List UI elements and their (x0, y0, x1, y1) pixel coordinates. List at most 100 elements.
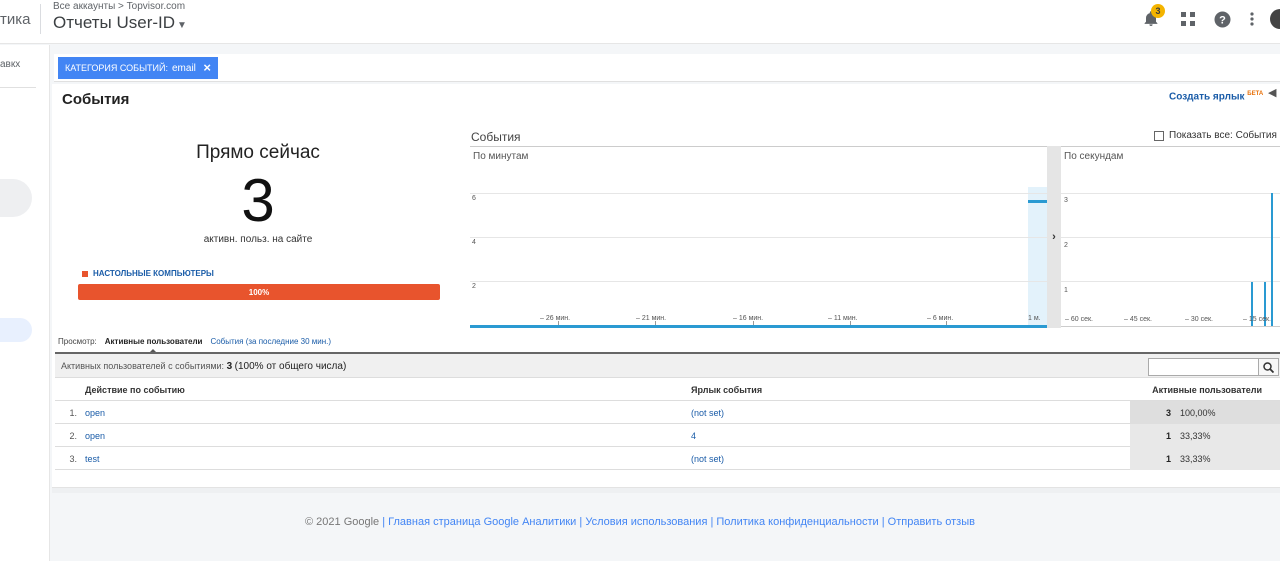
event-label-link[interactable]: (not set) (691, 401, 724, 424)
footer-link-analytics-home[interactable]: Главная страница Google Аналитики (388, 516, 576, 528)
events-table: Активных пользователей с событиями: 3 (1… (55, 352, 1280, 470)
show-all-checkbox[interactable]: Показать все: События (1154, 130, 1277, 141)
notification-badge: 3 (1151, 4, 1165, 18)
footer-link-terms[interactable]: Условия использования (585, 516, 707, 528)
event-action-link[interactable]: open (85, 424, 105, 447)
header-divider (40, 4, 41, 34)
active-users-cell: 1 33,33% (1130, 447, 1280, 470)
x-tick: – 60 сек. (1065, 316, 1093, 323)
footer-link-privacy[interactable]: Политика конфиденциальности (716, 516, 878, 528)
brand-name: тика (0, 11, 31, 28)
per-minute-caption: По минутам (473, 151, 529, 162)
explorer-tabs: Просмотр: Активные пользователи События … (58, 337, 331, 353)
device-legend[interactable]: НАСТОЛЬНЫЕ КОМПЬЮТЕРЫ (82, 269, 214, 278)
sidebar-item-label[interactable]: авкх (0, 59, 20, 70)
row-number: 3. (69, 453, 77, 464)
create-shortcut-link[interactable]: Создать ярлык БЕТА (1169, 91, 1263, 102)
event-action-link[interactable]: test (85, 447, 100, 470)
share-icon[interactable]: ◀ (1268, 86, 1276, 99)
sidebar-divider (0, 87, 36, 88)
event-category-filter-chip[interactable]: КАТЕГОРИЯ СОБЫТИЙ: email × (58, 57, 218, 79)
column-header-label[interactable]: Ярлык события (691, 378, 762, 401)
grid-line (1061, 281, 1280, 282)
left-sidebar: авкх (0, 45, 50, 561)
property-selector[interactable]: Отчеты User-ID ▼ (53, 13, 187, 33)
summary-percent: (100% от общего числа) (234, 361, 347, 372)
top-header: тика Все аккаунты > Topvisor.com Отчеты … (0, 0, 1280, 44)
beta-badge: БЕТА (1247, 91, 1264, 97)
y-tick: 2 (1064, 242, 1068, 249)
table-row: 3. test (not set) 1 33,33% (55, 447, 1280, 470)
per-second-bar[interactable] (1271, 193, 1273, 326)
per-second-chart: По секундам 3 2 1 – 60 сек. – 45 сек. – … (1061, 146, 1280, 328)
y-tick: 4 (472, 239, 476, 246)
chart-baseline (470, 325, 1047, 328)
notifications-button[interactable]: 3 (1140, 4, 1165, 30)
active-users-cell: 3 100,00% (1130, 401, 1280, 424)
show-all-label: Показать все: События (1169, 130, 1277, 141)
grid-line (1061, 193, 1280, 194)
tab-events-30min[interactable]: События (за последние 30 мин.) (210, 337, 331, 346)
per-minute-bar[interactable] (1028, 199, 1047, 203)
close-icon[interactable]: × (203, 60, 211, 75)
current-minute-highlight (1028, 187, 1047, 328)
table-row: 2. open 4 1 33,33% (55, 424, 1280, 447)
main-report-card: События Создать ярлык БЕТА ◀ Прямо сейча… (52, 84, 1280, 487)
event-label-link[interactable]: 4 (691, 424, 696, 447)
y-tick: 2 (472, 283, 476, 290)
grid-line (470, 237, 1047, 238)
summary-count: 3 (226, 361, 233, 372)
sidebar-item-active[interactable] (0, 318, 32, 342)
filter-category-label: КАТЕГОРИЯ СОБЫТИЙ: (65, 63, 168, 73)
svg-text:?: ? (1219, 14, 1226, 26)
event-label-link[interactable]: (not set) (691, 447, 724, 470)
row-number: 2. (69, 430, 77, 441)
grid-line (470, 281, 1047, 282)
search-button[interactable] (1258, 358, 1279, 376)
x-tick: – 11 мин. (828, 315, 858, 322)
column-header-action[interactable]: Действие по событию (85, 378, 185, 401)
footer-link-feedback[interactable]: Отправить отзыв (888, 516, 975, 528)
grid-line (470, 193, 1047, 194)
footer-separator: | (382, 516, 386, 528)
summary-prefix: Активных пользователей с событиями: (61, 361, 225, 371)
sidebar-item-hover[interactable] (0, 179, 32, 217)
right-now-label: Прямо сейчас (196, 142, 320, 163)
device-percent: 100% (248, 287, 270, 297)
per-minute-chart: По минутам 6 4 2 – 26 мин. – 21 мин. – 1… (470, 146, 1047, 328)
page-title: События (62, 91, 130, 108)
event-action-link[interactable]: open (85, 401, 105, 424)
checkbox-icon[interactable] (1154, 130, 1164, 141)
x-tick: – 45 сек. (1124, 316, 1152, 323)
device-label: НАСТОЛЬНЫЕ КОМПЬЮТЕРЫ (93, 269, 214, 278)
x-tick: – 16 мин. (733, 315, 764, 322)
chart-pager-button[interactable]: › (1047, 146, 1061, 328)
search-icon (1263, 361, 1274, 373)
footer-separator: | (579, 516, 583, 528)
column-header-users[interactable]: Активные пользователи (1130, 378, 1280, 401)
account-breadcrumb[interactable]: Все аккаунты > Topvisor.com (53, 1, 185, 12)
x-tick: – 26 мин. (540, 315, 571, 322)
active-users-cell: 1 33,33% (1130, 424, 1280, 447)
more-options-button[interactable] (1241, 8, 1263, 30)
table-header-row: Действие по событию Ярлык события Активн… (55, 378, 1280, 401)
explorer-prefix: Просмотр: (58, 337, 97, 346)
events-chart-title: События (471, 130, 521, 144)
account-avatar[interactable] (1270, 9, 1280, 29)
row-number: 1. (69, 407, 77, 418)
tab-active-users[interactable]: Активные пользователи (105, 337, 202, 353)
more-vert-icon (1250, 12, 1254, 26)
y-tick: 6 (472, 195, 476, 202)
table-row: 1. open (not set) 3 100,00% (55, 401, 1280, 424)
table-search-input[interactable] (1148, 358, 1259, 376)
users-percent: 33,33% (1180, 453, 1211, 464)
property-title: Отчеты User-ID (53, 13, 176, 32)
copyright: © 2021 Google (305, 516, 380, 528)
users-value: 3 (1165, 407, 1171, 418)
apps-button[interactable] (1177, 8, 1199, 30)
x-tick: – 15 сек. (1243, 316, 1271, 323)
users-percent: 33,33% (1180, 430, 1211, 441)
help-button[interactable]: ? (1211, 8, 1233, 30)
per-second-caption: По секундам (1064, 151, 1124, 162)
legend-swatch (82, 270, 88, 277)
